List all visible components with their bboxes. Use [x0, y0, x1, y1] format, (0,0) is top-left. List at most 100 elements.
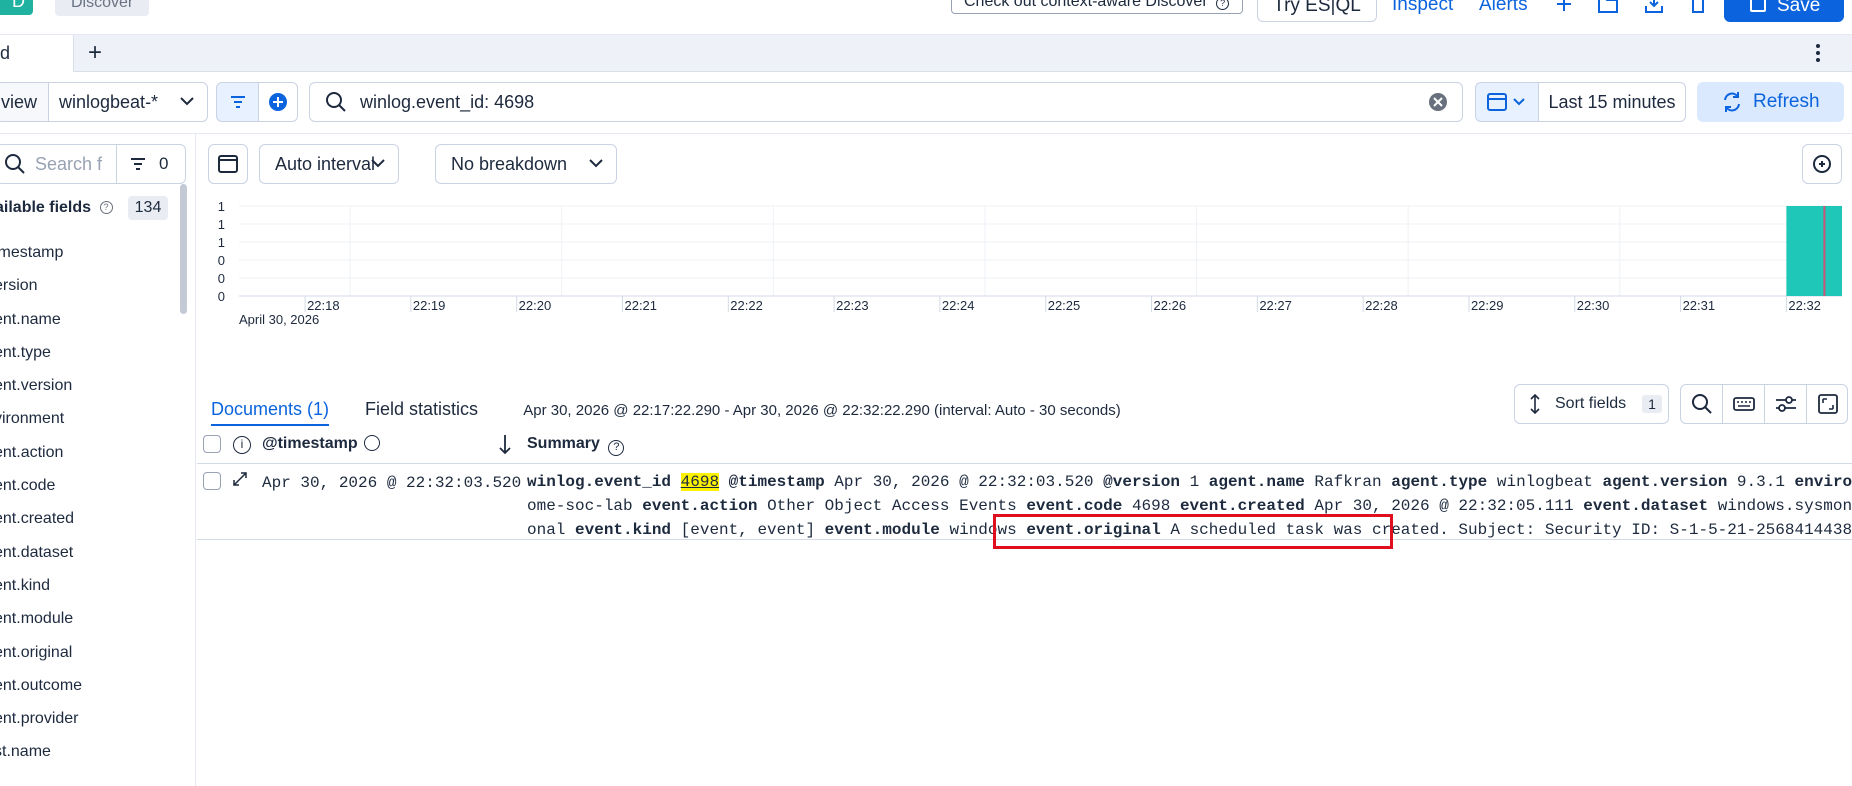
try-esql-button[interactable]: Try ES|QL [1257, 0, 1377, 22]
collapse-panel-icon [218, 155, 238, 173]
sidebar-field-item[interactable]: ersion [0, 269, 170, 302]
sidebar-scrollbar[interactable] [180, 184, 187, 314]
keyboard-icon [1733, 397, 1755, 411]
sidebar-field-item[interactable]: ent.dataset [0, 536, 170, 569]
y-tick-label: 1 [218, 199, 225, 214]
x-tick-label: 22:24 [942, 298, 975, 313]
summary-field-value: 1 [1189, 473, 1200, 491]
tab-discover-session[interactable]: d [0, 35, 74, 72]
context-aware-discover-button[interactable]: Check out context-aware Discover ? [951, 0, 1243, 14]
available-fields-title[interactable]: ailable fields ? [0, 196, 113, 220]
x-tick-label: 22:30 [1577, 298, 1610, 313]
chart-options-button[interactable] [1802, 144, 1842, 184]
clear-icon[interactable] [1428, 83, 1448, 126]
row-select-checkbox[interactable] [203, 472, 221, 490]
column-header-timestamp[interactable]: @timestamp [262, 424, 381, 464]
fullscreen-button[interactable] [1807, 385, 1849, 423]
data-view-label: view [0, 82, 49, 122]
x-tick-label: 22:23 [836, 298, 869, 313]
sidebar-field-item[interactable]: st.name [0, 735, 170, 768]
y-tick-label: 1 [218, 217, 225, 232]
filter-icon [129, 145, 147, 188]
new-icon[interactable] [1552, 0, 1576, 18]
sidebar-field-item[interactable]: ent.module [0, 602, 170, 635]
tab-documents[interactable]: Documents (1) [211, 394, 330, 426]
column-header-summary[interactable]: Summary ? [527, 424, 625, 464]
sidebar-field-item[interactable]: ent.action [0, 436, 170, 469]
summary-field-key: event.module [824, 521, 940, 539]
summary-field-key: @timestamp [728, 473, 825, 491]
summary-field-key: event.action [642, 497, 758, 515]
save-button[interactable]: Save [1724, 0, 1844, 22]
plus-circle-icon [269, 93, 287, 111]
summary-field-key: environment [1794, 473, 1852, 491]
x-axis-date-label: April 30, 2026 [239, 312, 319, 327]
sidebar-field-item[interactable]: ent.created [0, 502, 170, 535]
expand-icon[interactable] [231, 470, 249, 493]
field-search-input[interactable]: Search f [0, 144, 116, 184]
settings-sliders-icon [1776, 396, 1796, 412]
select-all-checkbox[interactable] [203, 435, 221, 453]
add-filter-button[interactable] [258, 82, 298, 122]
filter-menu-button[interactable] [216, 82, 258, 122]
refresh-button[interactable]: Refresh [1697, 82, 1844, 122]
sidebar-field-item[interactable]: ent.provider [0, 702, 170, 735]
keyboard-shortcuts-button[interactable] [1723, 385, 1765, 423]
summary-field-value: A scheduled task was created. [1170, 521, 1449, 539]
query-search-input[interactable]: winlog.event_id: 4698 [309, 82, 1463, 122]
sidebar-field-item[interactable]: imestamp [0, 236, 170, 269]
field-sidebar: Search f 0 ailable fields ? 134 imestamp… [0, 134, 196, 786]
x-tick-label: 22:25 [1048, 298, 1081, 313]
summary-line-2: ome-soc-lab event.action Other Object Ac… [527, 494, 1852, 518]
interval-selector[interactable]: Auto interval [259, 144, 399, 184]
save-icon [1750, 0, 1766, 12]
open-folder-icon[interactable] [1596, 0, 1620, 18]
inspect-link[interactable]: Inspect [1392, 0, 1453, 18]
sidebar-field-item[interactable]: ent.type [0, 336, 170, 369]
grid-header: i @timestamp Summary ? [197, 424, 1852, 464]
alerts-link[interactable]: Alerts [1479, 0, 1528, 18]
summary-field-key: event.created [1179, 497, 1305, 515]
date-quick-menu-button[interactable] [1475, 82, 1538, 122]
sort-descending-icon[interactable] [497, 424, 513, 469]
x-tick-label: 22:22 [730, 298, 763, 313]
sidebar-field-item[interactable]: ent.code [0, 469, 170, 502]
time-range-display[interactable]: Last 15 minutes [1538, 82, 1686, 122]
timestamp-column-label: @timestamp [262, 435, 358, 452]
info-icon: ? [1216, 0, 1230, 10]
share-icon[interactable] [1686, 0, 1710, 18]
table-row[interactable]: Apr 30, 2026 @ 22:32:03.520 winlog.event… [197, 464, 1852, 540]
sidebar-field-item[interactable]: ent.outcome [0, 669, 170, 702]
tab-bar: d + [0, 35, 1852, 72]
field-type-filter-button[interactable]: 0 [116, 144, 186, 184]
sidebar-field-item[interactable]: ent.kind [0, 569, 170, 602]
avatar[interactable]: D [0, 0, 33, 15]
breakdown-selector[interactable]: No breakdown [435, 144, 617, 184]
download-icon[interactable] [1642, 0, 1666, 18]
tab-menu-icon[interactable] [1810, 41, 1826, 65]
data-view-value: winlogbeat-* [59, 92, 159, 112]
summary-field-value: onal [527, 521, 566, 539]
add-tab-button[interactable]: + [88, 39, 110, 67]
breadcrumb-discover[interactable]: Discover [55, 0, 150, 16]
display-settings-button[interactable] [1765, 385, 1807, 423]
sort-count: 1 [1642, 395, 1662, 413]
x-tick-label: 22:26 [1154, 298, 1187, 313]
summary-field-key: event.kind [575, 521, 672, 539]
row-timestamp: Apr 30, 2026 @ 22:32:03.520 [262, 474, 522, 492]
sidebar-field-item[interactable]: ent.version [0, 369, 170, 402]
grid-search-button[interactable] [1681, 385, 1723, 423]
field-search-placeholder: Search f [35, 154, 103, 174]
sidebar-field-item[interactable]: vironment [0, 402, 170, 435]
sort-fields-button[interactable]: Sort fields 1 [1514, 384, 1669, 424]
info-icon[interactable]: i [233, 436, 251, 454]
summary-field-key: winlog.event_id [527, 473, 672, 491]
data-view-selector[interactable]: winlogbeat-* [48, 82, 208, 122]
histogram-bar [1786, 206, 1842, 296]
sidebar-field-item[interactable]: ent.original [0, 636, 170, 669]
toggle-sidebar-button[interactable] [208, 144, 248, 184]
sidebar-field-item[interactable]: ent.name [0, 303, 170, 336]
x-tick-label: 22:29 [1471, 298, 1504, 313]
breakdown-label: No breakdown [451, 154, 568, 174]
tab-field-statistics[interactable]: Field statistics [365, 394, 478, 424]
